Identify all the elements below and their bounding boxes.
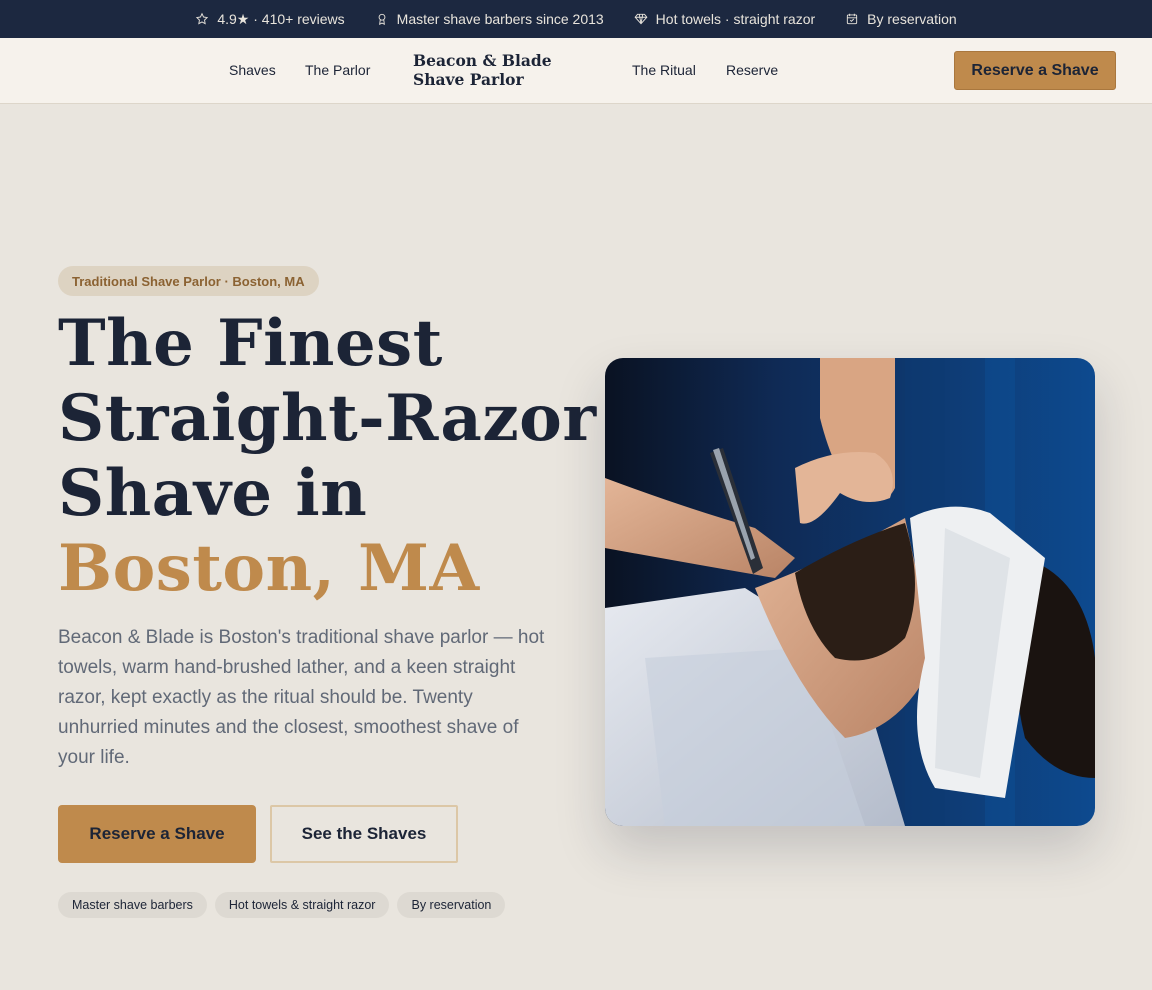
- since-text: Master shave barbers since 2013: [396, 11, 604, 27]
- since-item: Master shave barbers since 2013: [375, 11, 604, 27]
- reserve-shave-nav-button[interactable]: Reserve a Shave: [954, 51, 1116, 90]
- calendar-icon: [847, 13, 858, 25]
- chip-hot-towels: Hot towels & straight razor: [214, 892, 390, 918]
- chip-by-reservation: By reservation: [397, 892, 506, 918]
- hero-eyebrow: Traditional Shave Parlor · Boston, MA: [58, 266, 319, 296]
- hero-headline-main: The Finest Straight-Razor Shave in: [58, 306, 597, 531]
- diamond-icon: [634, 13, 648, 25]
- chip-master-barbers: Master shave barbers: [58, 892, 207, 918]
- hero-headline: The Finest Straight-Razor Shave in Bosto…: [58, 306, 598, 606]
- reservation-item: By reservation: [845, 11, 957, 27]
- see-shaves-button[interactable]: See the Shaves: [270, 805, 458, 863]
- rating-text: 4.9★ · 410+ reviews: [217, 10, 345, 27]
- announcement-bar: 4.9★ · 410+ reviews Master shave barbers…: [0, 0, 1152, 38]
- feature-chips: Master shave barbers Hot towels & straig…: [58, 892, 506, 918]
- hero-description: Beacon & Blade is Boston's traditional s…: [58, 627, 545, 768]
- nav-link-the-parlor[interactable]: The Parlor: [305, 62, 370, 78]
- award-icon: [378, 13, 386, 26]
- star-icon: [196, 12, 209, 25]
- rating-item: 4.9★ · 410+ reviews: [195, 10, 345, 28]
- service-text: Hot towels · straight razor: [655, 11, 816, 27]
- main-nav: Shaves The Parlor Beacon & Blade Shave P…: [0, 38, 1152, 104]
- hero-photo-straight-razor-shave: [605, 358, 1095, 826]
- service-item: Hot towels · straight razor: [634, 11, 816, 27]
- brand-logo[interactable]: Beacon & Blade Shave Parlor: [413, 51, 603, 89]
- nav-link-reserve[interactable]: Reserve: [726, 62, 778, 78]
- shave-illustration: [605, 358, 1095, 826]
- nav-link-shaves[interactable]: Shaves: [229, 62, 276, 78]
- reserve-shave-button[interactable]: Reserve a Shave: [58, 805, 256, 863]
- nav-link-the-ritual[interactable]: The Ritual: [632, 62, 696, 78]
- hero-headline-accent: Boston, MA: [58, 531, 480, 606]
- reservation-text: By reservation: [867, 11, 957, 27]
